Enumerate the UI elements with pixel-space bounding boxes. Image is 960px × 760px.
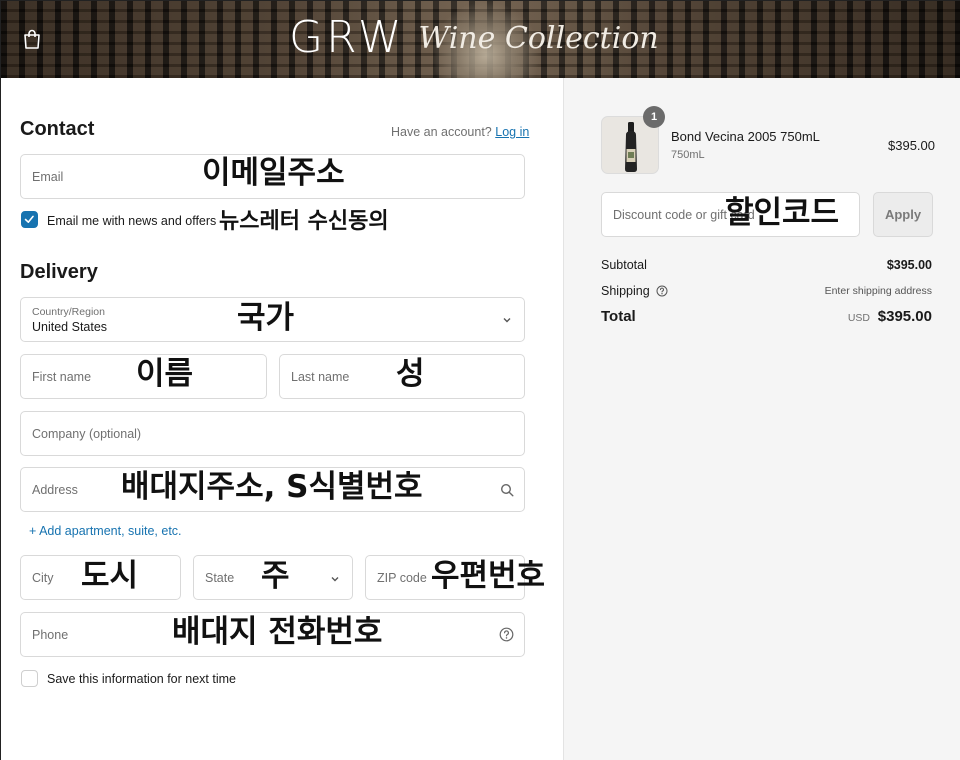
login-link[interactable]: Log in — [495, 125, 529, 139]
company-field[interactable]: Company (optional) — [20, 411, 525, 456]
item-quantity-badge: 1 — [643, 106, 665, 128]
order-summary-column: 1 Bond Vecina 2005 750mL 750mL $395.00 D… — [563, 78, 960, 760]
product-variant: 750mL — [671, 149, 705, 161]
delivery-heading: Delivery — [20, 261, 98, 283]
shopping-bag-icon[interactable] — [23, 29, 41, 49]
brand-script-text: Wine Collection — [418, 20, 659, 56]
help-circle-icon[interactable] — [656, 285, 668, 297]
brand-main-text: GRW — [289, 12, 405, 63]
email-placeholder: Email — [32, 170, 64, 184]
chevron-down-icon — [503, 318, 511, 323]
chevron-down-icon — [331, 577, 339, 582]
shipping-row: Shipping — [601, 283, 668, 298]
have-account-text: Have an account? Log in — [391, 125, 529, 139]
first-name-overlay-annotation: 이름 — [136, 356, 194, 392]
have-account-label: Have an account? — [391, 125, 492, 139]
last-name-overlay-annotation: 성 — [396, 356, 425, 392]
add-apartment-link[interactable]: + Add apartment, suite, etc. — [29, 524, 182, 538]
product-price: $395.00 — [888, 138, 935, 153]
company-placeholder: Company (optional) — [32, 427, 142, 441]
zip-placeholder: ZIP code — [377, 571, 427, 585]
phone-placeholder: Phone — [32, 628, 69, 642]
contact-heading: Contact — [20, 118, 95, 140]
country-label: Country/Region — [32, 306, 105, 318]
total-currency: USD — [847, 312, 870, 324]
last-name-placeholder: Last name — [291, 370, 350, 384]
shipping-value: Enter shipping address — [824, 285, 932, 297]
subtotal-value: $395.00 — [886, 258, 932, 272]
save-info-label: Save this information for next time — [47, 672, 236, 686]
city-placeholder: City — [32, 571, 54, 585]
checkout-form-column: Contact Have an account? Log in Email 이메… — [1, 78, 563, 760]
apply-discount-button[interactable]: Apply — [873, 192, 933, 237]
product-name: Bond Vecina 2005 750mL — [671, 129, 820, 144]
subtotal-label: Subtotal — [601, 258, 647, 272]
address-overlay-annotation: 배대지주소, S식별번호 — [121, 469, 423, 505]
help-circle-icon[interactable] — [499, 627, 514, 642]
country-overlay-annotation: 국가 — [237, 300, 295, 336]
total-label: Total — [601, 308, 636, 325]
phone-overlay-annotation: 배대지 전화번호 — [172, 614, 383, 650]
city-overlay-annotation: 도시 — [81, 558, 139, 594]
checkmark-icon — [24, 215, 34, 223]
shipping-label: Shipping — [601, 284, 650, 298]
state-placeholder: State — [205, 571, 235, 585]
newsletter-checkbox[interactable] — [21, 211, 38, 228]
save-info-checkbox[interactable] — [21, 670, 38, 687]
newsletter-overlay-annotation: 뉴스레터 수신동의 — [219, 209, 389, 234]
address-placeholder: Address — [32, 483, 78, 497]
first-name-placeholder: First name — [32, 370, 92, 384]
search-icon[interactable] — [500, 483, 514, 497]
total-value: $395.00 — [877, 308, 932, 325]
brand-logo[interactable]: GRW Wine Collection — [289, 13, 659, 63]
zip-overlay-annotation: 우편번호 — [431, 558, 546, 594]
discount-overlay-annotation: 할인코드 — [725, 195, 840, 231]
country-value: United States — [32, 320, 108, 334]
newsletter-label: Email me with news and offers — [47, 214, 217, 228]
email-overlay-annotation: 이메일주소 — [202, 155, 345, 191]
state-overlay-annotation: 주 — [261, 558, 290, 594]
header-banner: GRW Wine Collection — [1, 1, 960, 78]
